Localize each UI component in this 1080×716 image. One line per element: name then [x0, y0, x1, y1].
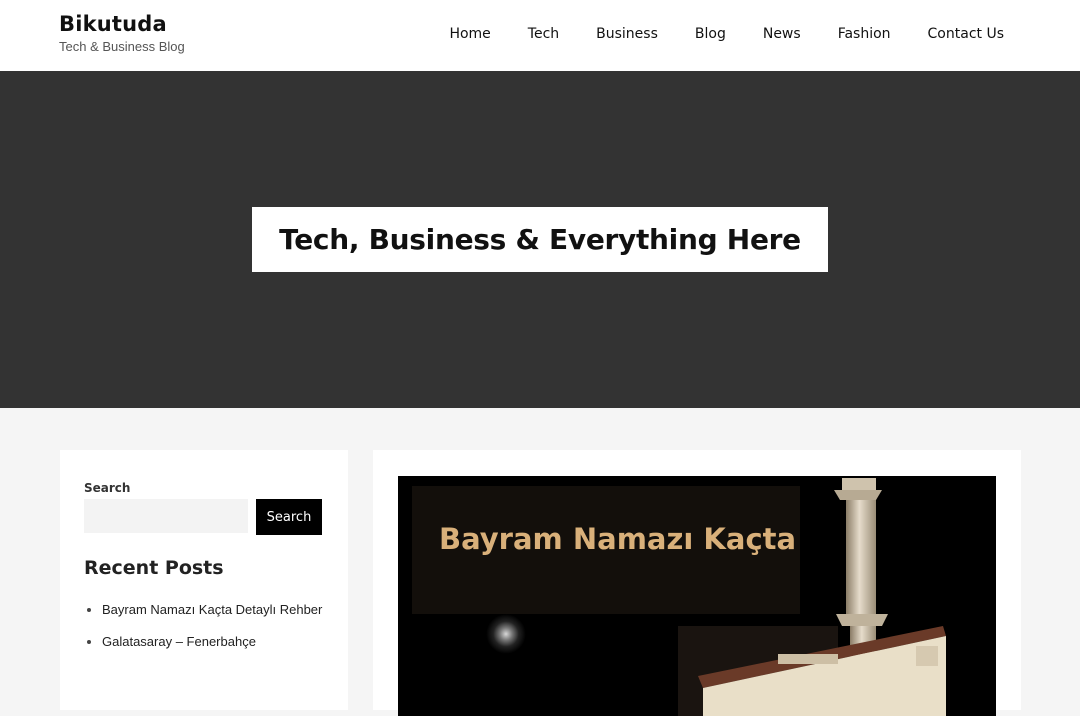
search-label: Search [84, 481, 131, 495]
site-title[interactable]: Bikutuda [59, 12, 185, 36]
sidebar: Search Search Recent Posts Bayram Namazı… [60, 450, 348, 710]
hero-title: Tech, Business & Everything Here [279, 223, 801, 256]
nav-contact-us[interactable]: Contact Us [928, 26, 1004, 42]
nav-home[interactable]: Home [449, 26, 490, 42]
nav-news[interactable]: News [763, 26, 801, 42]
brand: Bikutuda Tech & Business Blog [59, 12, 185, 54]
hero-banner: Tech, Business & Everything Here [0, 71, 1080, 408]
recent-posts-title: Recent Posts [84, 557, 224, 579]
nav-blog[interactable]: Blog [695, 26, 726, 42]
featured-post-image[interactable]: Bayram Namazı Kaçta [398, 476, 996, 716]
main-content: Bayram Namazı Kaçta [373, 450, 1021, 716]
search-input[interactable] [84, 499, 248, 533]
recent-post-link[interactable]: Galatasaray – Fenerbahçe [84, 630, 324, 654]
recent-posts-list: Bayram Namazı Kaçta Detaylı Rehber Galat… [84, 598, 324, 662]
nav-fashion[interactable]: Fashion [838, 26, 891, 42]
nav-tech[interactable]: Tech [528, 26, 559, 42]
search-button[interactable]: Search [256, 499, 322, 535]
hero-title-box: Tech, Business & Everything Here [252, 207, 828, 272]
recent-post-link[interactable]: Bayram Namazı Kaçta Detaylı Rehber [84, 598, 324, 622]
mosque-minaret-graphic [678, 478, 946, 716]
main-navigation: Home Tech Business Blog News Fashion Con… [412, 26, 1004, 42]
site-tagline: Tech & Business Blog [59, 39, 185, 54]
site-header: Bikutuda Tech & Business Blog Home Tech … [0, 0, 1080, 71]
nav-business[interactable]: Business [596, 26, 658, 42]
